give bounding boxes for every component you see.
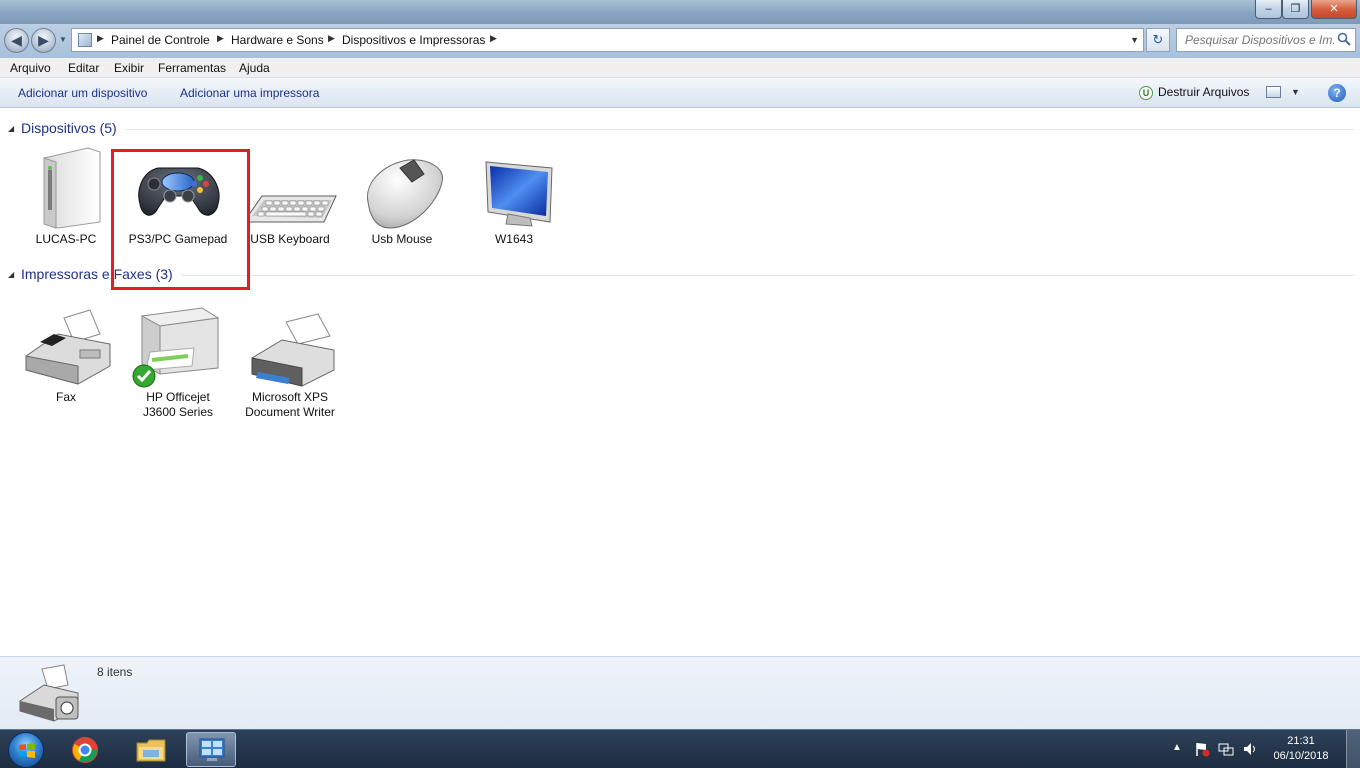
windows-logo-icon (8, 732, 44, 768)
start-button[interactable] (2, 731, 52, 768)
clock-date: 06/10/2018 (1273, 750, 1329, 762)
printer-label: Microsoft XPS Document Writer (245, 390, 335, 419)
help-button[interactable]: ? (1328, 84, 1346, 102)
minimize-button[interactable]: – (1255, 0, 1282, 19)
devices-printers-icon (19, 664, 79, 722)
printer-icon (130, 304, 226, 388)
refresh-icon: ↻ (1152, 32, 1164, 47)
change-view-button[interactable] (1266, 86, 1281, 98)
taskbar: ▲ 21:31 06/10/2018 (0, 729, 1360, 768)
navigation-bar: ◀ ▶ ▼ ▶ Painel de Controle ▶ Hardware e … (0, 24, 1360, 58)
control-panel-icon (78, 33, 92, 47)
search-icon (1337, 32, 1351, 46)
collapse-triangle-icon[interactable]: ◢ (8, 270, 14, 279)
device-label: PS3/PC Gamepad (128, 232, 228, 246)
keyboard-icon (242, 146, 338, 230)
help-icon: ? (1333, 86, 1341, 100)
command-bar: Adicionar um dispositivo Adicionar uma i… (0, 78, 1360, 108)
group-divider (181, 275, 1354, 276)
clock[interactable]: 21:31 06/10/2018 (1268, 734, 1334, 764)
device-label: LUCAS-PC (35, 232, 97, 246)
devices-view: ◢ Dispositivos (5) LUCAS-PC PS3/PC Gamep… (0, 108, 1360, 656)
menu-ferramentas[interactable]: Ferramentas (158, 61, 226, 75)
title-bar: – ❐ ✕ (0, 0, 1360, 24)
chrome-icon (72, 737, 98, 763)
folder-icon (136, 739, 166, 762)
volume-icon[interactable] (1242, 741, 1258, 757)
monitor-icon (466, 146, 562, 230)
taskbar-control-panel[interactable] (186, 732, 236, 767)
taskbar-explorer[interactable] (126, 732, 176, 767)
search-input[interactable] (1177, 29, 1335, 51)
device-usb-keyboard[interactable]: USB Keyboard (235, 146, 345, 247)
menu-editar[interactable]: Editar (68, 61, 99, 75)
xps-printer-icon (242, 304, 338, 388)
printer-label: Fax (55, 390, 76, 404)
gamepad-icon (130, 146, 226, 230)
arrow-left-icon: ◀ (11, 32, 22, 48)
default-printer-check-icon (132, 364, 156, 388)
item-count: 8 itens (97, 665, 133, 679)
group-header-devices[interactable]: ◢ Dispositivos (5) (6, 120, 1354, 138)
printer-hp-officejet[interactable]: HP Officejet J3600 Series (123, 304, 233, 420)
address-bar[interactable]: ▶ Painel de Controle ▶ Hardware e Sons ▶… (71, 28, 1144, 52)
control-panel-icon (199, 738, 225, 761)
add-printer-button[interactable]: Adicionar uma impressora (180, 86, 319, 100)
device-lucas-pc[interactable]: LUCAS-PC (11, 146, 121, 247)
group-header-printers[interactable]: ◢ Impressoras e Faxes (3) (6, 266, 1354, 284)
action-center-flag-icon[interactable] (1194, 741, 1210, 757)
chevron-right-icon[interactable]: ▶ (328, 33, 335, 44)
taskbar-chrome[interactable] (60, 732, 110, 767)
computer-tower-icon (18, 146, 114, 230)
add-device-button[interactable]: Adicionar um dispositivo (18, 86, 147, 100)
group-title: Impressoras e Faxes (3) (21, 266, 173, 282)
collapse-triangle-icon[interactable]: ◢ (8, 124, 14, 133)
details-pane: 8 itens (0, 656, 1360, 729)
forward-button[interactable]: ▶ (31, 28, 56, 53)
close-button[interactable]: ✕ (1311, 0, 1357, 19)
menu-arquivo[interactable]: Arquivo (10, 61, 51, 75)
clock-time: 21:31 (1287, 735, 1315, 747)
menu-exibir[interactable]: Exibir (114, 61, 144, 75)
breadcrumb-hardware-sound[interactable]: Hardware e Sons (231, 33, 324, 47)
chevron-right-icon[interactable]: ▶ (217, 33, 224, 44)
chevron-right-icon[interactable]: ▶ (97, 33, 104, 44)
printer-fax[interactable]: Fax (11, 304, 121, 405)
shred-icon: U (1139, 85, 1153, 100)
device-usb-mouse[interactable]: Usb Mouse (347, 146, 457, 247)
maximize-button[interactable]: ❐ (1282, 0, 1309, 19)
device-label: Usb Mouse (371, 232, 433, 246)
chevron-right-icon[interactable]: ▶ (490, 33, 497, 44)
breadcrumb-control-panel[interactable]: Painel de Controle (111, 33, 210, 47)
menu-ajuda[interactable]: Ajuda (239, 61, 270, 75)
fax-icon (18, 304, 114, 388)
group-title: Dispositivos (5) (21, 120, 117, 136)
device-label: USB Keyboard (250, 232, 330, 246)
breadcrumb-devices-printers[interactable]: Dispositivos e Impressoras (342, 33, 485, 47)
network-icon[interactable] (1218, 741, 1234, 757)
printer-label: HP Officejet J3600 Series (142, 390, 214, 419)
view-options-dropdown[interactable]: ▼ (1291, 87, 1300, 97)
address-dropdown-icon[interactable]: ▼ (1130, 35, 1139, 45)
group-divider (126, 129, 1354, 130)
device-label: W1643 (494, 232, 534, 246)
recent-pages-dropdown[interactable]: ▼ (59, 35, 68, 44)
destroy-files-label: Destruir Arquivos (1158, 85, 1250, 99)
device-ps3-gamepad[interactable]: PS3/PC Gamepad (123, 146, 233, 247)
show-hidden-icons[interactable]: ▲ (1172, 742, 1182, 753)
refresh-button[interactable]: ↻ (1146, 28, 1170, 52)
destroy-files-button[interactable]: U Destruir Arquivos (1139, 85, 1249, 101)
chevron-down-icon: ▼ (59, 35, 67, 44)
mouse-icon (354, 146, 450, 230)
show-desktop-button[interactable] (1346, 730, 1360, 768)
search-box[interactable] (1176, 28, 1356, 52)
device-w1643-monitor[interactable]: W1643 (459, 146, 569, 247)
printer-microsoft-xps[interactable]: Microsoft XPS Document Writer (235, 304, 345, 420)
menu-bar: Arquivo Editar Exibir Ferramentas Ajuda (0, 58, 1360, 78)
back-button[interactable]: ◀ (4, 28, 29, 53)
arrow-right-icon: ▶ (38, 32, 49, 48)
